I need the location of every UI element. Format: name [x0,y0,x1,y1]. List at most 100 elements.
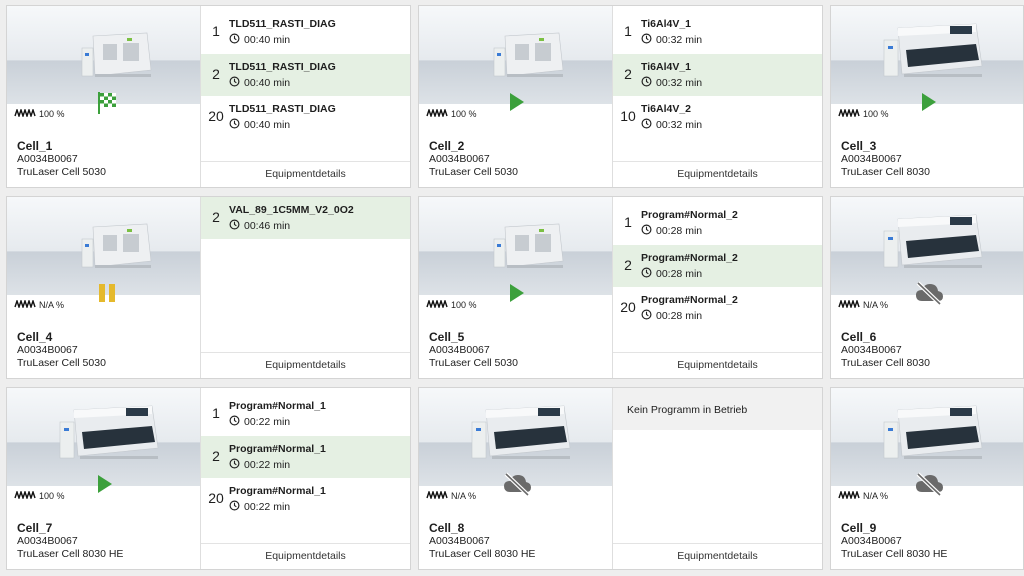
cell-summary: 100 % Cell_7 A0034B0067 TruLaser Cell 80… [7,388,200,569]
cell-model: TruLaser Cell 8030 HE [429,548,536,560]
utilization-value: N/A % [863,300,889,310]
job-row[interactable]: 2 TLD511_RASTI_DIAG 00:40 min [201,54,410,96]
job-row[interactable]: 2 VAL_89_1C5MM_V2_0O2 00:46 min [201,197,410,239]
cell-id: A0034B0067 [841,344,902,356]
utilization-wave-icon [14,298,36,310]
job-program-name: Program#Normal_1 [229,443,326,455]
cell-summary: N/A % Cell_8 A0034B0067 TruLaser Cell 80… [419,388,612,569]
job-time: 00:28 min [641,224,702,238]
cell-card[interactable]: N/A % Cell_8 A0034B0067 TruLaser Cell 80… [418,387,823,570]
job-row[interactable]: 20 TLD511_RASTI_DIAG 00:40 min [201,96,410,138]
job-time: 00:28 min [641,309,702,323]
job-time: 00:40 min [229,76,290,90]
cell-card[interactable]: 100 % Cell_5 A0034B0067 TruLaser Cell 50… [418,196,823,379]
cell-name: Cell_6 [841,330,877,344]
machine-image [831,6,1023,104]
clock-icon [229,415,240,429]
utilization: 100 % [426,107,477,119]
cell-card[interactable]: 100 % Cell_1 A0034B0067 TruLaser Cell 50… [6,5,411,188]
cell-id: A0034B0067 [429,535,490,547]
job-row[interactable]: 1 Ti6Al4V_1 00:32 min [613,11,822,53]
equipment-details-button[interactable]: Equipmentdetails [201,543,410,569]
equipment-details-button[interactable]: Equipmentdetails [613,543,822,569]
clock-icon [641,267,652,281]
job-list: 1 Program#Normal_1 00:22 min 2 Program#N… [200,388,410,569]
cell-model: TruLaser Cell 5030 [17,166,106,178]
job-time-value: 00:32 min [656,119,703,131]
job-row[interactable]: 10 Ti6Al4V_2 00:32 min [613,96,822,138]
utilization-wave-icon [426,298,448,310]
job-row[interactable]: 20 Program#Normal_1 00:22 min [201,478,410,520]
equipment-details-button[interactable]: Equipmentdetails [201,161,410,187]
play-icon [921,92,937,117]
job-quantity: 1 [624,23,632,39]
job-time-value: 00:32 min [656,77,703,89]
utilization: N/A % [838,489,889,501]
cell-card[interactable]: 100 % Cell_7 A0034B0067 TruLaser Cell 80… [6,387,411,570]
job-row[interactable]: 2 Program#Normal_1 00:22 min [201,436,410,478]
utilization: N/A % [426,489,476,501]
job-quantity: 20 [208,108,224,124]
cell-summary: 100 % Cell_1 A0034B0067 TruLaser Cell 50… [7,6,200,187]
job-list: 2 VAL_89_1C5MM_V2_0O2 00:46 min Equipmen… [200,197,410,378]
cloud-offline-icon [502,472,532,501]
utilization: N/A % [14,298,64,310]
job-time: 00:28 min [641,267,702,281]
utilization-value: 100 % [863,109,889,119]
cell-name: Cell_3 [841,139,877,153]
job-row[interactable]: 2 Ti6Al4V_1 00:32 min [613,54,822,96]
job-time-value: 00:28 min [656,310,703,322]
cell-summary: 100 % Cell_2 A0034B0067 TruLaser Cell 50… [419,6,612,187]
clock-icon [229,33,240,47]
job-program-name: Program#Normal_2 [641,294,738,306]
utilization-wave-icon [426,489,448,501]
cell-name: Cell_1 [17,139,53,153]
job-time-value: 00:40 min [244,119,291,131]
job-program-name: Ti6Al4V_1 [641,61,692,73]
job-row[interactable]: 1 TLD511_RASTI_DIAG 00:40 min [201,11,410,53]
cell-id: A0034B0067 [841,535,902,547]
cell-model: TruLaser Cell 8030 HE [841,548,948,560]
cloud-offline-icon [914,281,944,310]
cell-card[interactable]: N/A % Cell_6 A0034B0067 TruLaser Cell 80… [830,196,1024,379]
job-quantity: 2 [212,448,220,464]
utilization-value: 100 % [39,109,65,119]
cell-model: TruLaser Cell 8030 HE [17,548,124,560]
equipment-details-button[interactable]: Equipmentdetails [201,352,410,378]
utilization-value: N/A % [863,491,889,501]
equipment-details-button[interactable]: Equipmentdetails [613,161,822,187]
job-time: 00:32 min [641,76,702,90]
job-time: 00:40 min [229,33,290,47]
cell-card[interactable]: 100 % Cell_2 A0034B0067 TruLaser Cell 50… [418,5,823,188]
job-time-value: 00:46 min [244,220,291,232]
job-time-value: 00:40 min [244,77,291,89]
machine-image [419,6,612,104]
cell-id: A0034B0067 [17,344,78,356]
cell-name: Cell_5 [429,330,465,344]
job-row[interactable]: 1 Program#Normal_1 00:22 min [201,393,410,435]
job-row[interactable]: 20 Program#Normal_2 00:28 min [613,287,822,329]
machine-image [7,388,200,486]
cell-card[interactable]: 100 % Cell_3 A0034B0067 TruLaser Cell 80… [830,5,1024,188]
job-quantity: 1 [624,214,632,230]
finished-flag-icon [97,92,119,119]
equipment-details-button[interactable]: Equipmentdetails [613,352,822,378]
job-list: 1 Program#Normal_2 00:28 min 2 Program#N… [612,197,822,378]
machine-image [419,197,612,295]
cell-name: Cell_9 [841,521,877,535]
clock-icon [641,118,652,132]
job-quantity: 2 [624,66,632,82]
utilization-wave-icon [426,107,448,119]
job-program-name: TLD511_RASTI_DIAG [229,61,336,73]
cell-id: A0034B0067 [17,535,78,547]
cell-summary: N/A % Cell_4 A0034B0067 TruLaser Cell 50… [7,197,200,378]
machine-image [7,197,200,295]
job-quantity: 2 [212,66,220,82]
job-time-value: 00:22 min [244,416,291,428]
cell-name: Cell_2 [429,139,465,153]
cell-card[interactable]: N/A % Cell_4 A0034B0067 TruLaser Cell 50… [6,196,411,379]
job-row[interactable]: 1 Program#Normal_2 00:28 min [613,202,822,244]
job-row[interactable]: 2 Program#Normal_2 00:28 min [613,245,822,287]
cell-model: TruLaser Cell 5030 [429,357,518,369]
cell-card[interactable]: N/A % Cell_9 A0034B0067 TruLaser Cell 80… [830,387,1024,570]
